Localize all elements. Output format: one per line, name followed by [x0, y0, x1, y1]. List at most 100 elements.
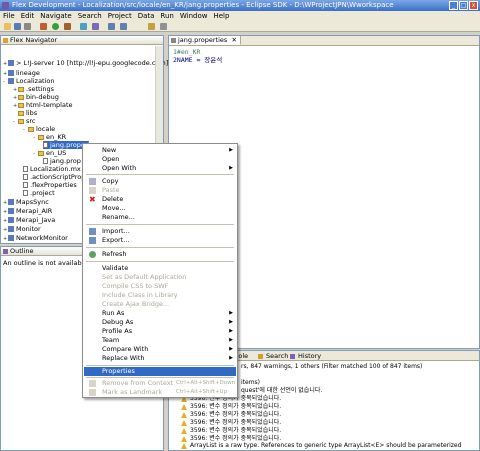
- menu-item-open[interactable]: Open: [84, 155, 236, 164]
- menu-item-debug-as[interactable]: Debug As ▶: [84, 318, 236, 327]
- menu-item-rename[interactable]: Rename...: [84, 213, 236, 222]
- debug-icon[interactable]: [40, 23, 47, 30]
- problem-row[interactable]: quest'에 대한 선언이 없습니다.: [241, 387, 322, 395]
- menu-help[interactable]: Help: [210, 11, 232, 21]
- menu-item-import[interactable]: Import...: [84, 227, 236, 236]
- profile-icon[interactable]: [64, 23, 71, 30]
- menu-search[interactable]: Search: [75, 11, 105, 21]
- tree-item[interactable]: + Monitor: [3, 225, 41, 234]
- pin-icon[interactable]: [160, 23, 167, 30]
- menu-item-delete[interactable]: ✖ Delete: [84, 195, 236, 204]
- menu-item-refresh[interactable]: Refresh: [84, 250, 236, 259]
- tree-item[interactable]: + MapsSync: [3, 198, 49, 207]
- menu-file[interactable]: File: [0, 11, 18, 21]
- code-line-2: 2NAME = 장윤석: [173, 56, 223, 64]
- menu-run[interactable]: Run: [157, 11, 176, 21]
- menu-bar: File Edit Navigate Search Project Data Run Wind…: [0, 11, 480, 21]
- menu-item-copy[interactable]: Copy: [84, 177, 236, 186]
- file-icon: [171, 38, 176, 43]
- remove-context-icon: [89, 380, 96, 387]
- tree-item[interactable]: Localization.mx: [23, 165, 81, 173]
- editor-tab-bar: jang.properties ✕: [169, 36, 479, 46]
- menu-separator: [86, 261, 234, 262]
- maximize-button[interactable]: □: [459, 1, 468, 10]
- search-icon[interactable]: [92, 23, 99, 30]
- perspective-icon[interactable]: [148, 23, 155, 30]
- menu-item-create-ajax-bridge[interactable]: Create Ajax Bridge...: [84, 300, 236, 309]
- paste-icon: [89, 187, 96, 194]
- menu-edit[interactable]: Edit: [18, 11, 38, 21]
- app-icon: [2, 2, 9, 9]
- menu-item-export[interactable]: Export...: [84, 236, 236, 245]
- menu-item-run-as[interactable]: Run As ▶: [84, 309, 236, 318]
- forward-icon[interactable]: [120, 23, 127, 30]
- tree-item[interactable]: + NetworkMonitor: [3, 234, 68, 243]
- minimize-button[interactable]: _: [449, 1, 458, 10]
- search-tab-icon: [258, 354, 263, 359]
- menu-project[interactable]: Project: [105, 11, 135, 21]
- menu-item-move[interactable]: Move...: [84, 204, 236, 213]
- navigator-icon: [3, 38, 8, 43]
- problem-group[interactable]: items): [241, 379, 260, 387]
- warning-icon: [181, 442, 187, 449]
- tab-search[interactable]: Search: [257, 352, 288, 361]
- tree-item[interactable]: .project: [23, 189, 55, 197]
- warning-icon: [181, 403, 187, 410]
- refresh-icon: [89, 251, 96, 258]
- run-icon[interactable]: [52, 23, 59, 30]
- menu-item-remove-from-context[interactable]: Remove from Context Ctrl+Alt+Shift+Down: [84, 379, 236, 388]
- tree-item[interactable]: jang.prop: [43, 157, 81, 165]
- problem-row[interactable]: 3596: 변수 정의가 중복되었습니다.: [181, 403, 281, 411]
- menu-item-replace-with[interactable]: Replace With ▶: [84, 354, 236, 363]
- problem-row[interactable]: 3596: 변수 정의가 중복되었습니다.: [181, 427, 281, 435]
- problem-row[interactable]: 3596: 변수 정의가 중복되었습니다.: [181, 419, 281, 427]
- menu-item-compile-css[interactable]: Compile CSS to SWF: [84, 282, 236, 291]
- menu-item-mark-as-landmark[interactable]: Mark as Landmark Ctrl+Alt+Shift+Up: [84, 388, 236, 397]
- menu-navigate[interactable]: Navigate: [37, 11, 74, 21]
- menu-item-properties[interactable]: Properties: [84, 367, 236, 376]
- warning-icon: [181, 435, 187, 442]
- save-icon[interactable]: [14, 23, 21, 30]
- window-title: Flex Development - Localization/src/loca…: [12, 1, 394, 9]
- menu-data[interactable]: Data: [135, 11, 158, 21]
- menu-separator: [86, 247, 234, 248]
- tree-item[interactable]: + Merapi_Java: [3, 216, 55, 225]
- toolbar: [0, 21, 480, 32]
- submenu-arrow-icon: ▶: [229, 355, 233, 361]
- warning-icon: [181, 411, 187, 418]
- outline-title: Outline: [10, 247, 34, 255]
- history-tab-icon: [290, 354, 295, 359]
- context-menu: New ▶ Open Open With ▶ Copy Paste ✖ Delete …: [82, 143, 238, 398]
- tab-history[interactable]: History: [289, 352, 321, 361]
- back-icon[interactable]: [108, 23, 115, 30]
- tree-item[interactable]: + > L!J-server 10 [http://l!j-epu.googlec…: [3, 59, 168, 68]
- menu-item-new[interactable]: New ▶: [84, 146, 236, 155]
- tree-item[interactable]: .flexProperties: [23, 181, 77, 189]
- new-icon[interactable]: [4, 23, 11, 30]
- navigator-title: Flex Navigator: [10, 36, 58, 44]
- editor-tab[interactable]: jang.properties ✕: [169, 36, 241, 45]
- close-button[interactable]: x: [469, 1, 478, 10]
- menu-window[interactable]: Window: [177, 11, 211, 21]
- outline-message: An outline is not available.: [3, 259, 90, 267]
- menu-item-set-default-app[interactable]: Set as Default Application: [84, 273, 236, 282]
- print-icon[interactable]: [24, 23, 31, 30]
- menu-item-profile-as[interactable]: Profile As ▶: [84, 327, 236, 336]
- menu-item-compare-with[interactable]: Compare With ▶: [84, 345, 236, 354]
- menu-item-paste[interactable]: Paste: [84, 186, 236, 195]
- open-type-icon[interactable]: [80, 23, 87, 30]
- close-tab-icon[interactable]: ✕: [232, 36, 237, 45]
- menu-item-open-with[interactable]: Open With ▶: [84, 164, 236, 173]
- submenu-arrow-icon: ▶: [229, 319, 233, 325]
- menu-item-team[interactable]: Team ▶: [84, 336, 236, 345]
- code-line-1: 1#en_KR: [173, 48, 201, 56]
- menu-item-include-class[interactable]: Include Class in Library: [84, 291, 236, 300]
- problems-summary: rs, 847 warnings, 1 others (Filter match…: [241, 363, 423, 370]
- tree-item[interactable]: + Merapi_AIR: [3, 207, 52, 216]
- problem-row[interactable]: 3596: 변수 정의가 중복되었습니다.: [181, 411, 281, 419]
- menu-item-validate[interactable]: Validate: [84, 264, 236, 273]
- landmark-icon: [89, 389, 96, 396]
- warning-icon: [181, 419, 187, 426]
- problem-row[interactable]: ArrayList is a raw type. References to g…: [181, 442, 477, 450]
- tree-item[interactable]: libs: [13, 109, 37, 117]
